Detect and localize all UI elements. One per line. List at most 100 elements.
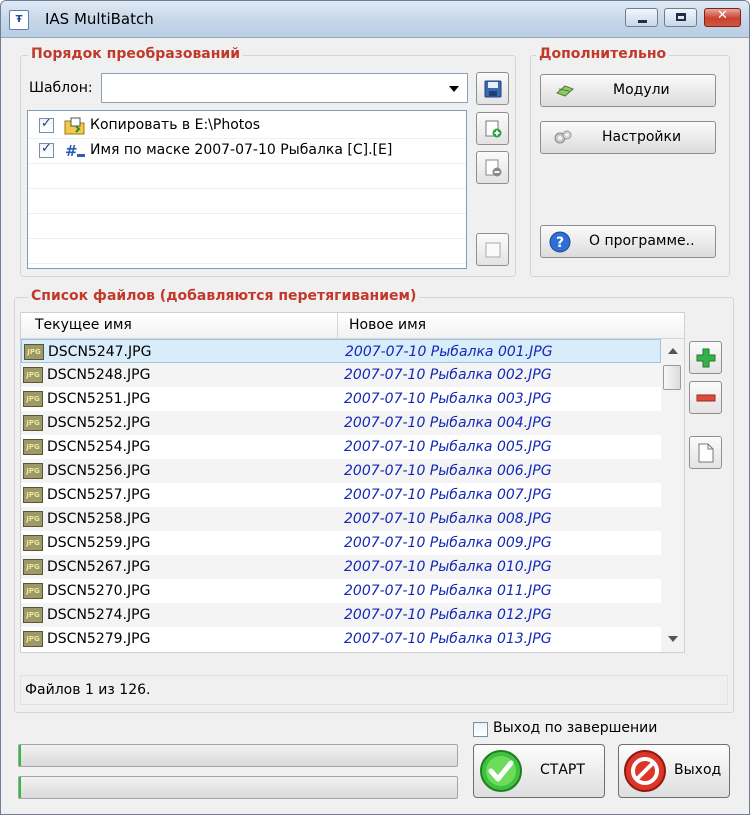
add-page-icon [485,120,502,138]
window-title: IAS MultiBatch [45,10,154,28]
remove-files-button[interactable] [689,381,722,414]
checkmark-icon [480,750,522,792]
current-name-cell: DSCN5252.JPG [47,415,151,431]
rename-mask-icon: # [64,142,86,164]
jpg-file-icon: JPG [23,463,43,479]
new-name-cell: 2007-07-10 Рыбалка 004.JPG [344,415,552,431]
minimize-button[interactable] [625,8,658,27]
file-list[interactable]: Текущее имя Новое имя JPG DSCN5247.JPG 200… [20,312,685,653]
current-name-cell: DSCN5274.JPG [47,607,151,623]
scroll-up-icon[interactable] [668,348,678,354]
maximize-button[interactable] [664,8,697,27]
jpg-file-icon: JPG [24,344,44,360]
title-bar[interactable]: Ŧ IAS MultiBatch ✕ [1,1,749,38]
settings-button[interactable]: Настройки [540,121,716,154]
status-text: Файлов 1 из 126. [25,682,151,698]
jpg-file-icon: JPG [23,607,43,623]
new-name-cell: 2007-07-10 Рыбалка 006.JPG [344,463,552,479]
exit-button[interactable]: Выход [618,744,730,798]
table-row[interactable]: JPG DSCN5256.JPG 2007-07-10 Рыбалка 006.JP… [21,459,661,483]
jpg-file-icon: JPG [23,439,43,455]
new-name-cell: 2007-07-10 Рыбалка 005.JPG [344,439,552,455]
new-name-cell: 2007-07-10 Рыбалка 010.JPG [344,559,552,575]
current-name-cell: DSCN5254.JPG [47,439,151,455]
remove-transform-button[interactable] [476,151,509,184]
remove-page-icon [485,159,502,177]
column-header-new[interactable]: Новое имя [349,317,426,333]
clear-list-button[interactable] [689,436,722,469]
table-row[interactable]: JPG DSCN5267.JPG 2007-07-10 Рыбалка 010.JP… [21,555,661,579]
template-label: Шаблон: [29,80,93,96]
transform-label: Имя по маске 2007-07-10 Рыбалка [C].[E] [90,142,393,158]
about-button[interactable]: ? О программе.. [540,225,716,258]
current-name-cell: DSCN5258.JPG [47,511,151,527]
transforms-list[interactable]: Копировать в E:\Photos # Имя по маске 20… [27,110,467,269]
jpg-file-icon: JPG [23,391,43,407]
app-icon[interactable]: Ŧ [9,10,29,30]
vertical-scrollbar[interactable] [661,339,684,652]
current-name-cell: DSCN5248.JPG [47,367,151,383]
transform-label: Копировать в E:\Photos [90,117,261,133]
progress-fill-current [19,777,21,798]
table-row[interactable]: JPG DSCN5252.JPG 2007-07-10 Рыбалка 004.JP… [21,411,661,435]
progress-bar-total [18,744,458,767]
new-name-cell: 2007-07-10 Рыбалка 013.JPG [344,631,552,647]
progress-fill-total [19,745,21,766]
new-name-cell: 2007-07-10 Рыбалка 007.JPG [344,487,552,503]
table-row[interactable]: JPG DSCN5251.JPG 2007-07-10 Рыбалка 003.JP… [21,387,661,411]
table-row[interactable]: JPG DSCN5248.JPG 2007-07-10 Рыбалка 002.JP… [21,363,661,387]
chevron-down-icon[interactable] [449,86,459,92]
table-row[interactable]: JPG DSCN5257.JPG 2007-07-10 Рыбалка 007.JP… [21,483,661,507]
table-row[interactable]: JPG DSCN5279.JPG 2007-07-10 Рыбалка 013.JP… [21,627,661,651]
new-name-cell: 2007-07-10 Рыбалка 001.JPG [345,344,553,360]
empty-row [28,213,466,239]
save-template-button[interactable] [476,72,509,105]
transforms-group-title: Порядок преобразований [28,46,244,62]
new-name-cell: 2007-07-10 Рыбалка 008.JPG [344,511,552,527]
table-row[interactable]: JPG DSCN5254.JPG 2007-07-10 Рыбалка 005.JP… [21,435,661,459]
status-bar: Файлов 1 из 126. [20,675,728,705]
transform-checkbox[interactable] [39,141,54,158]
scroll-down-icon[interactable] [668,636,678,642]
empty-row [28,238,466,264]
blank-document-icon [698,443,714,463]
main-window: Ŧ IAS MultiBatch ✕ Порядок преобразовани… [0,0,750,815]
template-combobox[interactable] [101,73,468,103]
edit-transform-button[interactable] [476,233,509,266]
column-divider[interactable] [337,313,338,338]
table-row[interactable]: JPG DSCN5247.JPG 2007-07-10 Рыбалка 001.JP… [21,339,661,363]
progress-bar-current [18,776,458,799]
extra-group-title: Дополнительно [536,46,670,62]
add-transform-button[interactable] [476,112,509,145]
current-name-cell: DSCN5256.JPG [47,463,151,479]
exit-label: Выход [674,762,722,778]
table-row[interactable]: JPG DSCN5274.JPG 2007-07-10 Рыбалка 012.JP… [21,603,661,627]
svg-text:#: # [65,142,78,160]
table-row[interactable]: JPG DSCN5258.JPG 2007-07-10 Рыбалка 008.JP… [21,507,661,531]
modules-icon [556,85,574,97]
start-button[interactable]: СТАРТ [473,744,605,798]
start-label: СТАРТ [540,762,585,778]
file-list-header: Текущее имя Новое имя [21,313,684,339]
current-name-cell: DSCN5259.JPG [47,535,151,551]
column-header-current[interactable]: Текущее имя [35,317,132,333]
scroll-thumb[interactable] [663,365,681,390]
exit-on-finish-checkbox[interactable] [473,722,488,737]
modules-button[interactable]: Модули [540,74,716,107]
floppy-disk-icon [484,80,502,98]
minus-icon [696,394,716,402]
transform-checkbox[interactable] [39,116,54,133]
table-row[interactable]: JPG DSCN5270.JPG 2007-07-10 Рыбалка 011.JP… [21,579,661,603]
add-files-button[interactable] [689,341,722,374]
transform-item[interactable]: # Имя по маске 2007-07-10 Рыбалка [C].[E… [28,138,466,164]
jpg-file-icon: JPG [23,511,43,527]
current-name-cell: DSCN5267.JPG [47,559,151,575]
svg-text:?: ? [556,235,564,251]
jpg-file-icon: JPG [23,631,43,647]
exit-on-finish-label: Выход по завершении [493,720,658,736]
blank-page-icon [485,242,501,258]
close-button[interactable]: ✕ [704,8,741,27]
table-row[interactable]: JPG DSCN5259.JPG 2007-07-10 Рыбалка 009.JP… [21,531,661,555]
about-label: О программе.. [589,233,695,249]
transform-item[interactable]: Копировать в E:\Photos [28,113,466,139]
